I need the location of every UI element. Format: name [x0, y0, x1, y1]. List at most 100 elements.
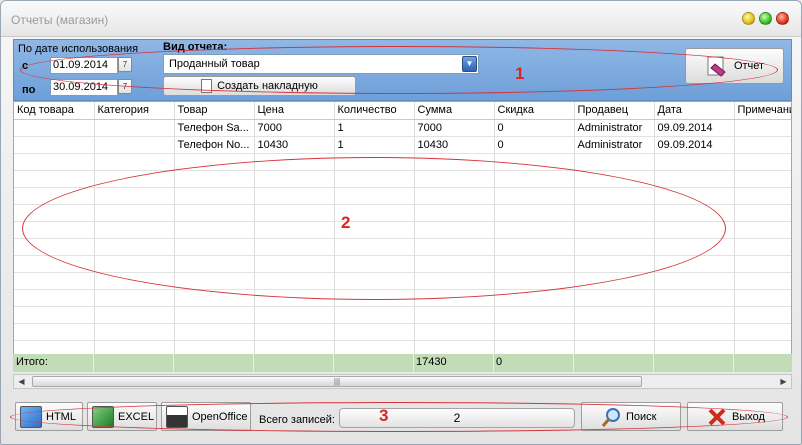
title-bar: Отчеты (магазин): [1, 1, 801, 37]
table-cell: 7000: [414, 119, 495, 137]
total-label: Итого:: [16, 356, 48, 368]
table-cell: 1: [334, 136, 415, 154]
divider: [173, 354, 174, 372]
divider: [253, 354, 254, 372]
openoffice-label: OpenOffice: [192, 410, 248, 423]
close-icon: [708, 408, 726, 425]
table-row[interactable]: Телефон Sa... 7000 1 7000 0 Administrato…: [14, 119, 791, 137]
empty-row: [14, 272, 791, 290]
divider: [333, 354, 334, 372]
close-button[interactable]: [776, 12, 789, 25]
report-type-value: Проданный товар: [169, 58, 260, 70]
col-discount[interactable]: Скидка: [494, 102, 575, 120]
report-table: Код товара Категория Товар Цена Количест…: [13, 101, 792, 371]
maximize-button[interactable]: [759, 12, 772, 25]
empty-row: [14, 170, 791, 188]
table-cell: 0: [494, 136, 575, 154]
table-cell: 0: [494, 119, 575, 137]
table-cell: 09.09.2014: [654, 136, 735, 154]
export-excel-button[interactable]: EXCEL: [87, 402, 157, 431]
table-cell: 09.09.2014: [654, 119, 735, 137]
horizontal-scrollbar[interactable]: ◀ ||| ▶: [13, 374, 792, 389]
from-date-field[interactable]: 01.09.2014: [50, 57, 118, 74]
annotation-number-1: 1: [515, 64, 525, 83]
table-row[interactable]: Телефон No... 10430 1 10430 0 Administra…: [14, 136, 791, 154]
report-icon: [707, 56, 726, 77]
divider: [93, 354, 94, 372]
minimize-button[interactable]: [742, 12, 755, 25]
report-type-label: Вид отчета:: [163, 41, 228, 53]
excel-icon: [92, 405, 114, 428]
html-icon: [20, 405, 42, 428]
exit-label: Выход: [732, 410, 765, 423]
openoffice-icon: [166, 405, 188, 428]
table-cell: [14, 119, 95, 137]
export-html-button[interactable]: HTML: [15, 402, 83, 431]
divider: [413, 354, 414, 372]
col-date[interactable]: Дата: [654, 102, 735, 120]
table-cell: 7000: [254, 119, 335, 137]
table-cell: Телефон No...: [174, 136, 255, 154]
search-icon: [601, 407, 620, 427]
search-button[interactable]: Поиск: [581, 402, 681, 431]
col-sum[interactable]: Сумма: [414, 102, 495, 120]
html-label: HTML: [46, 410, 76, 423]
report-button[interactable]: Отчет: [685, 48, 784, 84]
create-invoice-button[interactable]: Создать накладную: [163, 76, 356, 96]
empty-row: [14, 238, 791, 256]
empty-row: [14, 187, 791, 205]
bottom-toolbar: HTML EXCEL OpenOffice Всего записей: 2 П…: [13, 399, 792, 435]
to-date-field[interactable]: 30.09.2014: [50, 79, 118, 96]
annotation-number-2: 2: [341, 213, 351, 232]
table-cell: Телефон Sa...: [174, 119, 255, 137]
from-calendar-icon[interactable]: 7: [118, 57, 132, 72]
annotation-number-3: 3: [379, 406, 389, 425]
report-type-select[interactable]: Проданный товар ▼: [163, 54, 479, 74]
records-label: Всего записей:: [259, 414, 335, 426]
to-label: по: [22, 84, 36, 96]
col-price[interactable]: Цена: [254, 102, 335, 120]
from-label: с: [22, 60, 29, 72]
divider: [653, 354, 654, 372]
empty-row: [14, 306, 791, 324]
table-cell: 10430: [254, 136, 335, 154]
records-count: 2: [339, 408, 575, 428]
table-cell: 1: [334, 119, 415, 137]
by-date-label: По дате использования: [18, 43, 139, 55]
filter-panel: По дате использования с 01.09.2014 7 по …: [13, 39, 792, 101]
report-button-label: Отчет: [733, 60, 765, 72]
window-title: Отчеты (магазин): [11, 13, 109, 27]
table-cell: [734, 119, 791, 137]
divider: [733, 354, 734, 372]
chevron-down-icon[interactable]: ▼: [462, 56, 477, 72]
col-note[interactable]: Примечание: [734, 102, 791, 120]
empty-row: [14, 204, 791, 222]
table-cell: Administrator: [574, 136, 655, 154]
col-category[interactable]: Категория: [94, 102, 175, 120]
scroll-thumb[interactable]: |||: [32, 376, 642, 387]
table-cell: [94, 119, 175, 137]
divider: [573, 354, 574, 372]
to-calendar-icon[interactable]: 7: [118, 79, 132, 94]
col-quantity[interactable]: Количество: [334, 102, 415, 120]
total-row: Итого: 17430 0: [13, 354, 792, 372]
table-cell: 10430: [414, 136, 495, 154]
total-discount: 0: [496, 356, 503, 368]
search-label: Поиск: [626, 410, 657, 423]
exit-button[interactable]: Выход: [687, 402, 783, 431]
empty-row: [14, 255, 791, 273]
empty-row: [14, 289, 791, 307]
scroll-right-icon[interactable]: ▶: [776, 375, 791, 388]
table-cell: [734, 136, 791, 154]
export-openoffice-button[interactable]: OpenOffice: [161, 402, 251, 431]
empty-row: [14, 323, 791, 341]
scroll-left-icon[interactable]: ◀: [14, 375, 29, 388]
table-cell: [94, 136, 175, 154]
col-seller[interactable]: Продавец: [574, 102, 655, 120]
table-header: Код товара Категория Товар Цена Количест…: [14, 102, 791, 120]
table-cell: Administrator: [574, 119, 655, 137]
col-product-code[interactable]: Код товара: [14, 102, 95, 120]
divider: [493, 354, 494, 372]
report-window: Отчеты (магазин) По дате использования с…: [0, 0, 802, 445]
col-product[interactable]: Товар: [174, 102, 255, 120]
